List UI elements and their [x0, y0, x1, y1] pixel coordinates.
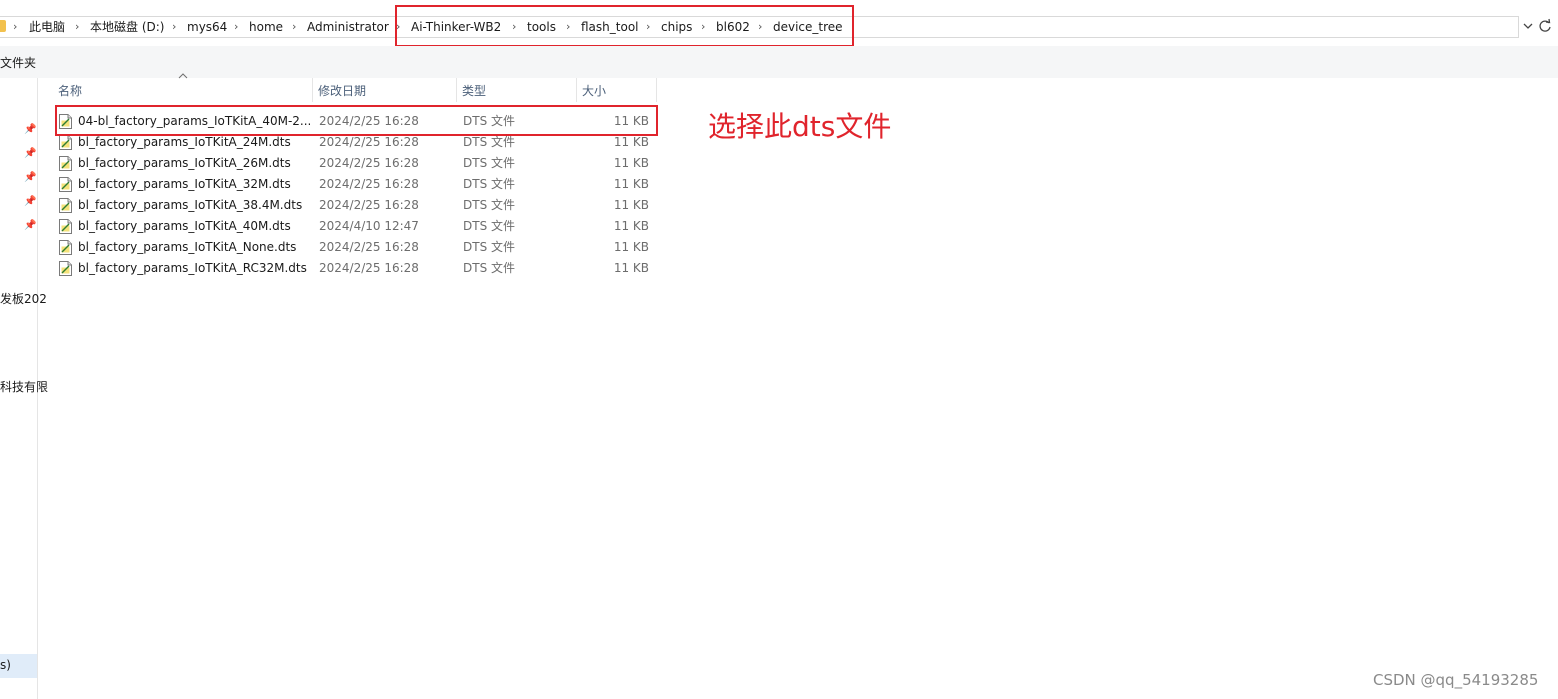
dts-file-icon	[59, 177, 72, 192]
column-header-type[interactable]: 类型	[457, 78, 577, 102]
crumb-this-pc[interactable]: 此电脑	[29, 19, 65, 35]
crumb-administrator[interactable]: Administrator	[307, 19, 389, 35]
dts-file-icon	[59, 261, 72, 276]
file-row[interactable]: bl_factory_params_IoTKitA_None.dts 2024/2…	[56, 237, 656, 258]
file-name: bl_factory_params_IoTKitA_26M.dts	[78, 156, 291, 170]
file-row[interactable]: bl_factory_params_IoTKitA_26M.dts 2024/2/…	[56, 153, 656, 174]
sort-ascending-icon	[178, 72, 188, 82]
file-size: 11 KB	[613, 219, 649, 233]
nav-item[interactable]: 科技有限	[0, 378, 48, 395]
file-type: DTS 文件	[463, 261, 516, 275]
pin-icon[interactable]: 📌	[24, 148, 36, 159]
pin-icon[interactable]: 📌	[24, 172, 36, 183]
file-size: 11 KB	[613, 198, 649, 212]
file-size: 11 KB	[613, 156, 649, 170]
dts-file-icon	[59, 219, 72, 234]
dts-file-icon	[59, 240, 72, 255]
crumb-home[interactable]: home	[249, 19, 283, 35]
pin-icon[interactable]: 📌	[24, 124, 36, 135]
breadcrumb-separator: ›	[234, 20, 239, 33]
file-modified-date: 2024/2/25 16:28	[319, 198, 419, 212]
pin-icon[interactable]: 📌	[24, 196, 36, 207]
command-bar: 文件夹	[0, 46, 1558, 78]
folder-icon	[0, 20, 6, 32]
file-modified-date: 2024/2/25 16:28	[319, 177, 419, 191]
file-size: 11 KB	[613, 177, 649, 191]
nav-item[interactable]: s)	[0, 658, 11, 672]
dts-file-icon	[59, 198, 72, 213]
file-name: bl_factory_params_IoTKitA_32M.dts	[78, 177, 291, 191]
address-highlight-box	[395, 5, 854, 47]
file-modified-date: 2024/2/25 16:28	[319, 261, 419, 275]
pin-icon[interactable]: 📌	[24, 220, 36, 231]
file-highlight-box	[55, 105, 658, 136]
new-folder-label[interactable]: 文件夹	[0, 54, 36, 71]
file-type: DTS 文件	[463, 219, 516, 233]
file-size: 11 KB	[613, 261, 649, 275]
crumb-mys64[interactable]: mys64	[187, 19, 227, 35]
file-type: DTS 文件	[463, 156, 516, 170]
file-size: 11 KB	[613, 240, 649, 254]
file-name: bl_factory_params_IoTKitA_None.dts	[78, 240, 297, 254]
chevron-down-icon[interactable]	[1523, 20, 1533, 34]
file-modified-date: 2024/2/25 16:28	[319, 240, 419, 254]
breadcrumb-separator: ›	[75, 20, 80, 33]
column-header-date[interactable]: 修改日期	[313, 78, 457, 102]
file-row[interactable]: bl_factory_params_IoTKitA_38.4M.dts 2024/…	[56, 195, 656, 216]
file-type: DTS 文件	[463, 198, 516, 212]
column-header-size[interactable]: 大小	[577, 78, 657, 102]
navigation-pane[interactable]: 📌 📌 📌 📌 📌 发板202 科技有限 s)	[0, 78, 48, 699]
breadcrumb-separator: ›	[172, 20, 177, 33]
watermark: CSDN @qq_54193285	[1373, 671, 1539, 689]
refresh-icon[interactable]	[1538, 18, 1552, 37]
file-type: DTS 文件	[463, 240, 516, 254]
file-row[interactable]: bl_factory_params_IoTKitA_RC32M.dts 2024/…	[56, 258, 656, 279]
file-name: bl_factory_params_IoTKitA_38.4M.dts	[78, 198, 303, 212]
dts-file-icon	[59, 135, 72, 150]
file-modified-date: 2024/2/25 16:28	[319, 156, 419, 170]
file-name: bl_factory_params_IoTKitA_RC32M.dts	[78, 261, 307, 275]
annotation-text: 选择此dts文件	[708, 110, 892, 143]
breadcrumb-separator: ›	[292, 20, 297, 33]
breadcrumb-separator: ›	[13, 20, 18, 33]
dts-file-icon	[59, 156, 72, 171]
file-name: bl_factory_params_IoTKitA_40M.dts	[78, 219, 291, 233]
file-type: DTS 文件	[463, 177, 516, 191]
file-row[interactable]: bl_factory_params_IoTKitA_32M.dts 2024/2/…	[56, 174, 656, 195]
crumb-local-disk-d[interactable]: 本地磁盘 (D:)	[90, 19, 164, 35]
file-modified-date: 2024/4/10 12:47	[319, 219, 419, 233]
nav-item[interactable]: 发板202	[0, 290, 47, 307]
file-row[interactable]: bl_factory_params_IoTKitA_40M.dts 2024/4/…	[56, 216, 656, 237]
